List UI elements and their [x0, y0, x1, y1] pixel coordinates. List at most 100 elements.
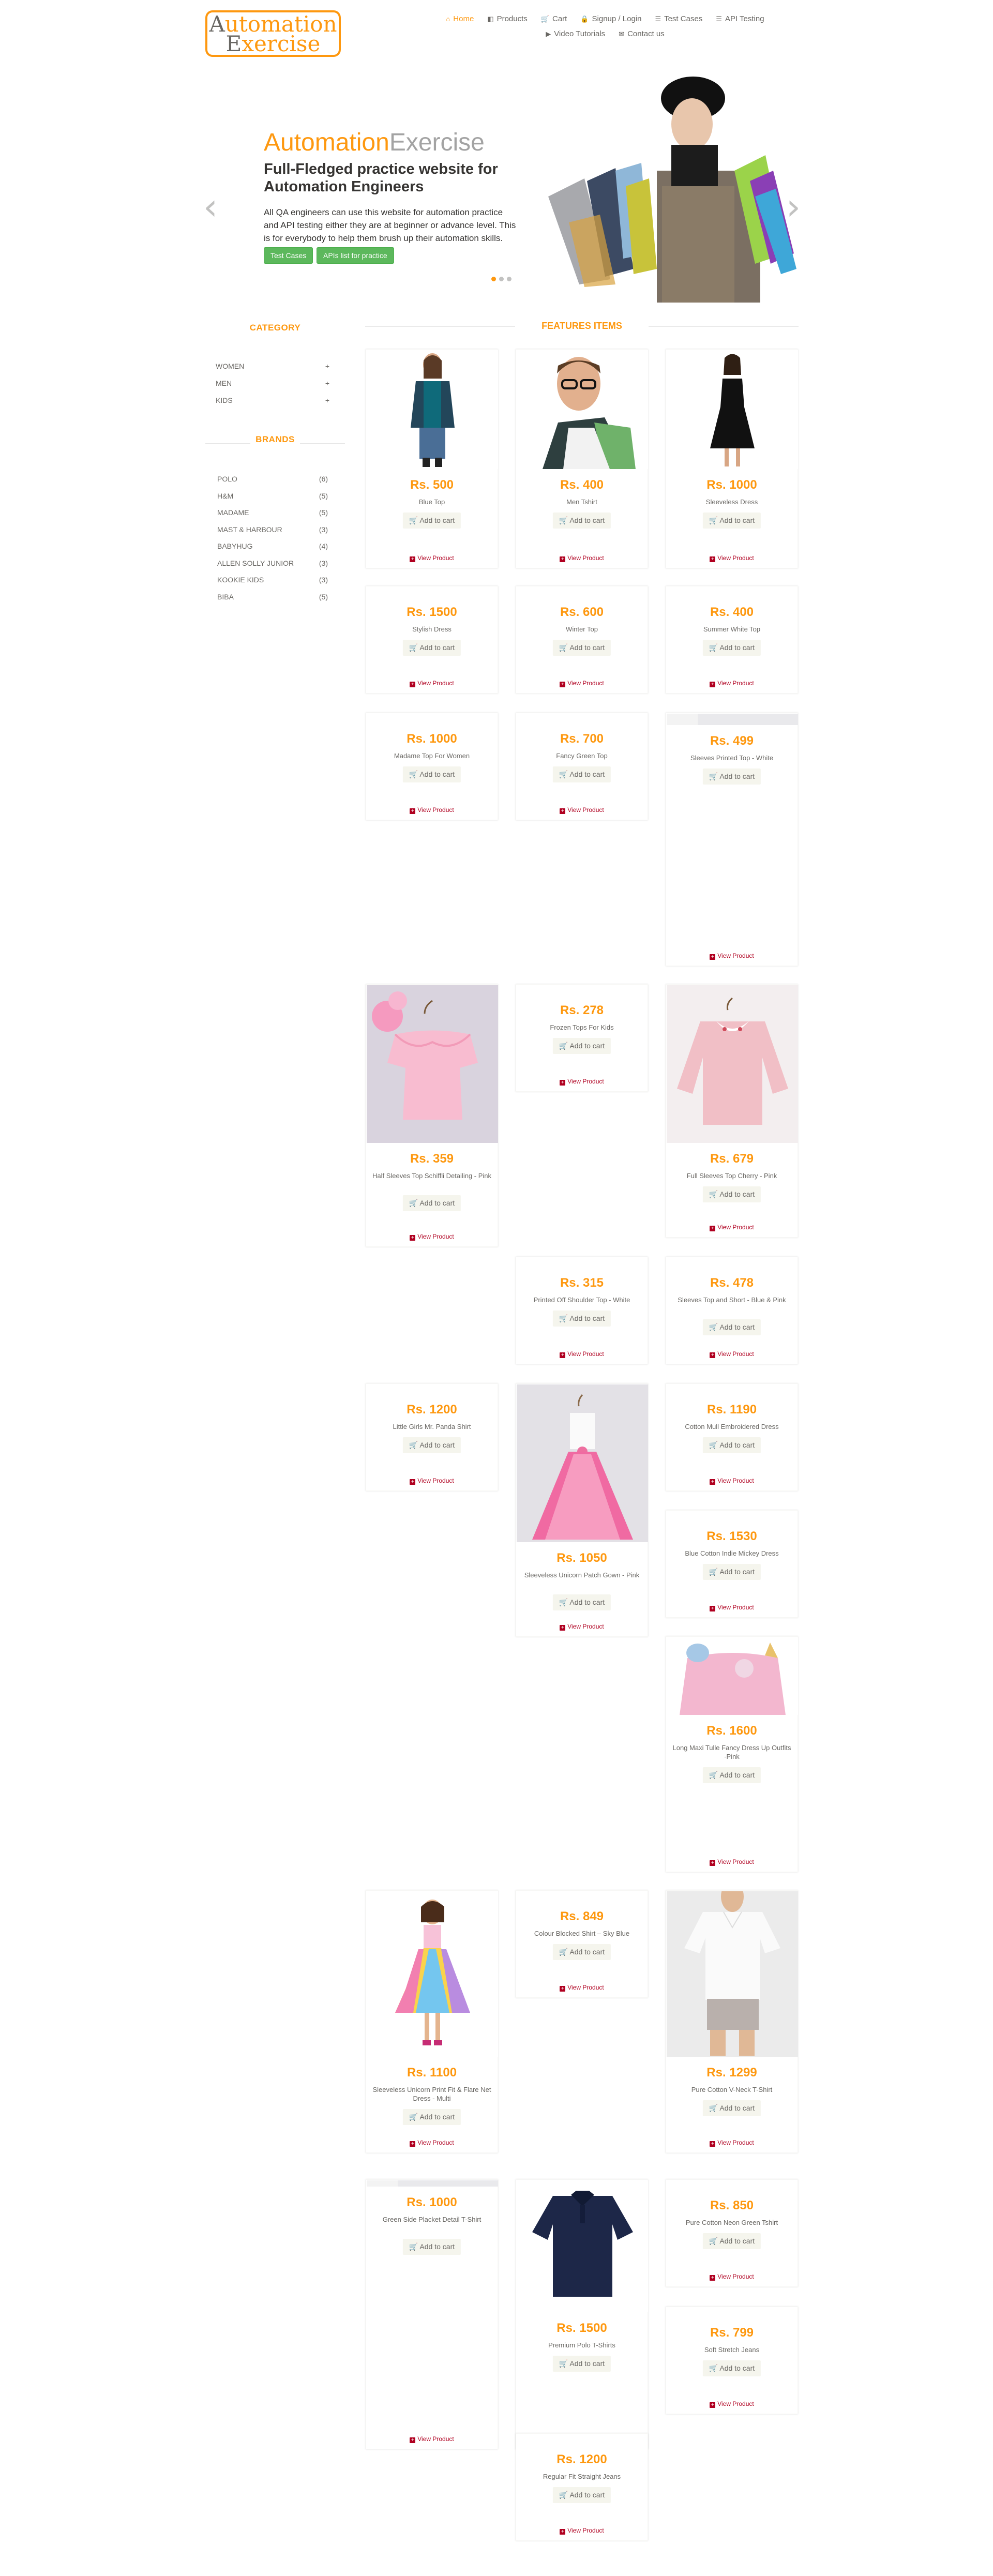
product-price: Rs. 679: [710, 1152, 754, 1166]
product-card: Rs. 679 Full Sleeves Top Cherry - Pink 🛒 A…: [666, 984, 798, 1238]
add-to-cart-button[interactable]: 🛒 Add to cart: [402, 640, 461, 656]
brand-babyhug[interactable]: BABYHUG (4): [217, 542, 328, 550]
add-to-cart-button[interactable]: 🛒 Add to cart: [552, 1594, 611, 1610]
apis-list-button[interactable]: APIs list for practice: [317, 247, 394, 264]
add-to-cart-label: Add to cart: [569, 1314, 605, 1322]
add-to-cart-button[interactable]: 🛒 Add to cart: [402, 1195, 461, 1211]
add-to-cart-button[interactable]: 🛒 Add to cart: [552, 2356, 611, 2372]
view-product-link[interactable]: +View Product: [366, 2139, 498, 2147]
view-product-label: View Product: [417, 554, 454, 562]
view-product-link[interactable]: +View Product: [666, 1858, 798, 1866]
category-women[interactable]: WOMEN +: [216, 362, 329, 370]
view-product-link[interactable]: +View Product: [366, 2435, 498, 2443]
view-product-link[interactable]: +View Product: [666, 1604, 798, 1611]
slider-dot-1[interactable]: [491, 277, 496, 281]
view-product-link[interactable]: +View Product: [366, 680, 498, 687]
plus-square-icon: +: [560, 1080, 566, 1086]
add-to-cart-button[interactable]: 🛒 Add to cart: [402, 2109, 461, 2125]
brand-h-m[interactable]: H&M (5): [217, 492, 328, 500]
add-to-cart-label: Add to cart: [719, 2364, 755, 2372]
view-product-link[interactable]: +View Product: [666, 680, 798, 687]
plus-icon[interactable]: +: [325, 362, 329, 370]
brand-mast-harbour[interactable]: MAST & HARBOUR (3): [217, 525, 328, 534]
nav-test-cases[interactable]: ☰ Test Cases: [655, 14, 702, 23]
nav-video-tutorials[interactable]: ▶ Video Tutorials: [546, 29, 605, 38]
add-to-cart-button[interactable]: 🛒 Add to cart: [552, 640, 611, 656]
brand-kookie-kids[interactable]: KOOKIE KIDS (3): [217, 576, 328, 584]
product-price: Rs. 1530: [706, 1529, 757, 1543]
add-to-cart-button[interactable]: 🛒 Add to cart: [702, 640, 761, 656]
view-product-link[interactable]: +View Product: [516, 806, 648, 814]
add-to-cart-button[interactable]: 🛒 Add to cart: [702, 1319, 761, 1335]
brand-biba[interactable]: BIBA (5): [217, 593, 328, 601]
add-to-cart-button[interactable]: 🛒 Add to cart: [702, 1767, 761, 1783]
view-product-link[interactable]: +View Product: [516, 554, 648, 562]
nav-home[interactable]: ⌂ Home: [446, 14, 474, 23]
add-to-cart-button[interactable]: 🛒 Add to cart: [702, 1564, 761, 1580]
add-to-cart-button[interactable]: 🛒 Add to cart: [552, 766, 611, 782]
cart-icon: 🛒: [559, 2491, 568, 2499]
add-to-cart-button[interactable]: 🛒 Add to cart: [402, 1437, 461, 1453]
add-to-cart-button[interactable]: 🛒 Add to cart: [702, 2100, 761, 2116]
view-product-link[interactable]: +View Product: [516, 1984, 648, 1992]
view-product-link[interactable]: +View Product: [516, 1078, 648, 1086]
slider-prev-button[interactable]: ‹: [203, 189, 218, 225]
add-to-cart-button[interactable]: 🛒 Add to cart: [552, 1038, 611, 1054]
brand-madame[interactable]: MADAME (5): [217, 508, 328, 517]
add-to-cart-button[interactable]: 🛒 Add to cart: [702, 513, 761, 529]
add-to-cart-button[interactable]: 🛒 Add to cart: [402, 513, 461, 529]
test-cases-button[interactable]: Test Cases: [264, 247, 313, 264]
product-image: [667, 350, 798, 469]
brand-polo[interactable]: POLO (6): [217, 475, 328, 483]
nav-cart[interactable]: 🛒 Cart: [541, 14, 567, 23]
add-to-cart-button[interactable]: 🛒 Add to cart: [552, 1944, 611, 1960]
product-card: Rs. 799 Soft Stretch Jeans 🛒 Add to cart + V…: [666, 2307, 798, 2414]
add-to-cart-button[interactable]: 🛒 Add to cart: [402, 2239, 461, 2255]
view-product-link[interactable]: +View Product: [666, 1350, 798, 1358]
add-to-cart-button[interactable]: 🛒 Add to cart: [702, 2233, 761, 2249]
nav-api-testing[interactable]: ☰ API Testing: [716, 14, 764, 23]
plus-icon[interactable]: +: [325, 379, 329, 387]
view-product-link[interactable]: +View Product: [666, 1477, 798, 1485]
view-product-link[interactable]: +View Product: [516, 680, 648, 687]
plus-icon[interactable]: +: [325, 396, 329, 404]
site-logo[interactable]: Automation Exercise: [205, 10, 341, 57]
view-product-link[interactable]: +View Product: [666, 952, 798, 960]
view-product-link[interactable]: +View Product: [366, 1477, 498, 1485]
add-to-cart-button[interactable]: 🛒 Add to cart: [552, 2487, 611, 2503]
add-to-cart-button[interactable]: 🛒 Add to cart: [702, 2360, 761, 2376]
add-to-cart-button[interactable]: 🛒 Add to cart: [702, 1186, 761, 1202]
view-product-label: View Product: [717, 554, 754, 562]
add-to-cart-button[interactable]: 🛒 Add to cart: [552, 513, 611, 529]
view-product-link[interactable]: +View Product: [366, 806, 498, 814]
add-to-cart-button[interactable]: 🛒 Add to cart: [702, 769, 761, 785]
product-price: Rs. 1299: [706, 2066, 757, 2080]
slider-dot-3[interactable]: [507, 277, 511, 281]
product-card: Rs. 600 Winter Top 🛒 Add to cart + View Prod…: [516, 586, 648, 694]
product-name: Fancy Green Top: [556, 752, 608, 760]
view-product-link[interactable]: +View Product: [516, 1623, 648, 1631]
view-product-label: View Product: [567, 554, 604, 562]
brand-allen-solly-junior[interactable]: ALLEN SOLLY JUNIOR (3): [217, 559, 328, 567]
nav-signup-login[interactable]: 🔒 Signup / Login: [580, 14, 641, 23]
category-kids[interactable]: KIDS +: [216, 396, 329, 404]
add-to-cart-button[interactable]: 🛒 Add to cart: [402, 766, 461, 782]
view-product-link[interactable]: +View Product: [666, 1224, 798, 1231]
add-to-cart-button[interactable]: 🛒 Add to cart: [552, 1310, 611, 1327]
product-price: Rs. 315: [560, 1276, 604, 1290]
view-product-link[interactable]: +View Product: [666, 2139, 798, 2147]
view-product-link[interactable]: +View Product: [516, 1350, 648, 1358]
view-product-link[interactable]: +View Product: [516, 2527, 648, 2535]
view-product-link[interactable]: +View Product: [666, 2400, 798, 2408]
view-product-link[interactable]: +View Product: [366, 1233, 498, 1241]
slider-dot-2[interactable]: [499, 277, 504, 281]
view-product-link[interactable]: +View Product: [666, 554, 798, 562]
add-to-cart-button[interactable]: 🛒 Add to cart: [702, 1437, 761, 1453]
nav-label: Signup / Login: [592, 14, 642, 23]
nav-products[interactable]: ◧ Products: [487, 14, 528, 23]
view-product-link[interactable]: +View Product: [366, 554, 498, 562]
category-men[interactable]: MEN +: [216, 379, 329, 387]
products-icon: ◧: [487, 14, 494, 23]
nav-contact-us[interactable]: ✉ Contact us: [619, 29, 665, 38]
view-product-link[interactable]: +View Product: [666, 2273, 798, 2281]
